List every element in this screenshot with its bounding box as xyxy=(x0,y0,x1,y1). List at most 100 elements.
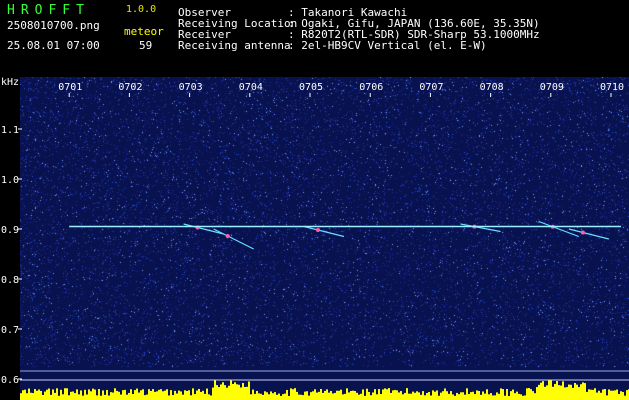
level-bar xyxy=(380,394,382,400)
x-tick-label: 0703 xyxy=(179,82,203,93)
level-bar xyxy=(154,391,156,400)
level-bar xyxy=(354,391,356,400)
level-bar xyxy=(406,388,408,400)
level-bar xyxy=(76,389,78,400)
level-bar xyxy=(308,395,310,400)
level-bar xyxy=(574,382,576,400)
level-bar xyxy=(102,390,104,400)
level-bar xyxy=(410,393,412,400)
level-bar xyxy=(206,388,208,400)
meteor-head xyxy=(580,230,585,235)
level-bar xyxy=(442,391,444,400)
level-bar xyxy=(616,389,618,400)
level-bar xyxy=(356,392,358,400)
level-bar xyxy=(246,386,248,400)
level-bar xyxy=(466,388,468,400)
level-bar xyxy=(28,388,30,400)
level-bar xyxy=(496,392,498,400)
level-bar xyxy=(20,393,22,400)
level-bar xyxy=(600,392,602,400)
level-bar xyxy=(258,393,260,400)
level-bar xyxy=(220,384,222,400)
level-bar xyxy=(618,394,620,400)
level-bar xyxy=(58,395,60,400)
level-bar xyxy=(544,386,546,400)
x-axis: 0701 0702 0703 0704 0705 0706 0707 0708 0709 0710 xyxy=(58,82,624,97)
level-bar xyxy=(264,391,266,400)
level-bar xyxy=(552,386,554,400)
level-bar xyxy=(578,387,580,400)
level-bar xyxy=(280,395,282,400)
level-bar xyxy=(240,387,242,400)
level-bar xyxy=(328,392,330,400)
level-bar xyxy=(270,391,272,400)
level-bar xyxy=(152,389,154,400)
level-bar xyxy=(134,390,136,400)
level-bar xyxy=(538,384,540,400)
level-bar xyxy=(424,395,426,400)
level-bar xyxy=(62,394,64,400)
level-bar xyxy=(268,394,270,400)
level-bar xyxy=(506,388,508,400)
level-bar xyxy=(46,389,48,400)
level-bar xyxy=(218,387,220,400)
level-bar xyxy=(516,391,518,400)
level-bar xyxy=(588,389,590,400)
level-bar xyxy=(306,391,308,400)
level-bar xyxy=(202,390,204,400)
level-bar xyxy=(418,392,420,400)
level-bar xyxy=(156,391,158,400)
level-bar xyxy=(508,395,510,400)
level-bar xyxy=(366,388,368,400)
level-bar xyxy=(592,389,594,400)
level-bar xyxy=(470,392,472,400)
level-bar xyxy=(160,389,162,400)
level-bar xyxy=(392,390,394,400)
level-bar xyxy=(120,394,122,400)
level-bar xyxy=(78,394,80,400)
level-bar xyxy=(340,389,342,400)
y-tick-label: 0.9 xyxy=(1,225,19,236)
level-bar xyxy=(96,395,98,400)
level-bar xyxy=(130,389,132,400)
level-bar xyxy=(74,393,76,400)
meteor-echo xyxy=(538,220,579,238)
level-bar xyxy=(148,389,150,400)
level-bar xyxy=(580,384,582,400)
level-bar xyxy=(242,382,244,400)
level-bar xyxy=(352,390,354,400)
level-bar xyxy=(400,391,402,400)
level-bar xyxy=(136,388,138,400)
level-bar xyxy=(464,394,466,400)
level-bar xyxy=(612,390,614,400)
level-bar xyxy=(52,389,54,400)
level-bar xyxy=(142,389,144,400)
level-bar xyxy=(100,395,102,400)
meteor-head xyxy=(315,228,320,232)
level-bar xyxy=(614,390,616,400)
level-bar xyxy=(294,388,296,400)
level-bar xyxy=(188,390,190,400)
x-tick-label: 0704 xyxy=(239,82,263,93)
level-bar xyxy=(542,381,544,400)
level-bar xyxy=(230,380,232,400)
level-bar xyxy=(474,394,476,400)
level-bar xyxy=(338,390,340,400)
level-bar xyxy=(370,395,372,400)
level-bar xyxy=(110,392,112,400)
level-bar xyxy=(564,387,566,400)
level-bar xyxy=(176,393,178,400)
level-bar xyxy=(262,394,264,400)
level-bar xyxy=(416,391,418,400)
level-bar xyxy=(276,394,278,400)
meteor-echo xyxy=(460,223,501,233)
level-bar xyxy=(534,393,536,400)
level-bar xyxy=(116,390,118,400)
level-bar xyxy=(296,391,298,400)
level-bar xyxy=(36,390,38,400)
level-bar xyxy=(114,388,116,400)
level-bar xyxy=(30,392,32,400)
level-bar xyxy=(38,389,40,400)
level-bar xyxy=(570,384,572,400)
level-bar xyxy=(454,395,456,400)
